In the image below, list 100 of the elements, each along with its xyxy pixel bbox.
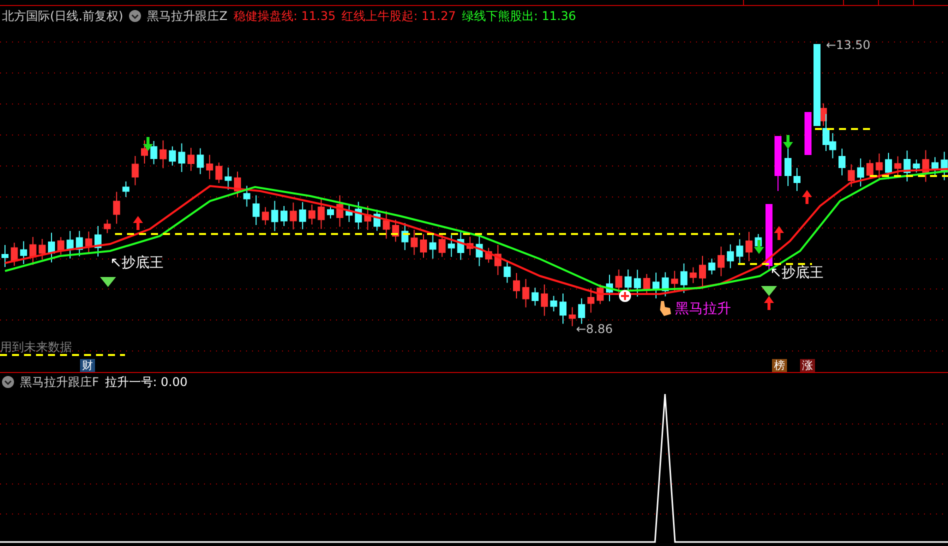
indicator-name: 黑马拉升跟庄Z xyxy=(147,8,228,25)
candlestick xyxy=(680,262,688,294)
candlestick xyxy=(708,258,716,275)
candlestick xyxy=(784,146,792,186)
candlestick xyxy=(308,204,316,225)
candlestick xyxy=(364,205,372,230)
candlestick xyxy=(699,255,706,288)
candlestick xyxy=(448,234,455,258)
badge[interactable]: 涨 xyxy=(800,359,815,372)
candlestick xyxy=(188,147,194,172)
candlestick xyxy=(401,222,408,251)
candlestick xyxy=(271,200,278,232)
diamond-icon xyxy=(100,277,116,287)
candlestick xyxy=(550,295,558,312)
candlestick xyxy=(48,232,55,263)
candlestick xyxy=(634,269,641,298)
candlestick xyxy=(726,244,734,269)
candlestick xyxy=(196,148,204,175)
candlestick xyxy=(652,272,660,299)
down-arrow-icon xyxy=(754,240,764,254)
candlestick xyxy=(718,246,725,277)
candlestick xyxy=(38,238,46,260)
candlestick xyxy=(150,140,158,165)
candlestick xyxy=(662,272,669,297)
chart-label: ↖抄底王 xyxy=(110,256,164,270)
badge[interactable]: 榜 xyxy=(772,359,787,372)
candlestick xyxy=(336,194,344,228)
candlestick xyxy=(168,146,176,166)
candlestick xyxy=(615,269,622,295)
candlestick xyxy=(234,171,241,198)
candlestick xyxy=(243,185,250,208)
candlestick xyxy=(513,272,520,300)
candlestick xyxy=(466,236,474,256)
candlestick xyxy=(290,202,297,230)
candlestick xyxy=(532,287,539,306)
candlestick xyxy=(904,150,911,182)
candlestick xyxy=(504,260,511,284)
candlestick xyxy=(132,155,139,186)
candlestick xyxy=(141,140,148,164)
candlestick xyxy=(346,204,353,222)
candlestick xyxy=(206,154,214,180)
candlestick xyxy=(354,201,362,230)
candlestick xyxy=(932,156,938,176)
candlestick xyxy=(540,284,548,316)
candlestick xyxy=(318,197,325,230)
candlestick xyxy=(848,164,855,188)
candlestick xyxy=(410,229,418,256)
candlestick xyxy=(280,206,288,226)
candlestick xyxy=(420,234,427,258)
candlestick xyxy=(327,205,334,219)
candlestick xyxy=(374,209,380,232)
candlestick xyxy=(494,244,502,276)
down-arrow-icon xyxy=(143,137,153,151)
candlestick xyxy=(560,292,566,324)
badge[interactable]: 财 xyxy=(80,359,95,372)
candlestick xyxy=(66,230,74,260)
candlestick xyxy=(85,231,92,254)
candlestick xyxy=(215,162,222,184)
candlestick xyxy=(224,167,232,190)
candlestick xyxy=(922,150,930,182)
indicator-value: 拉升一号: 0.00 xyxy=(104,374,188,391)
candlestick xyxy=(429,232,436,260)
candlestick xyxy=(122,180,130,198)
dropdown-icon[interactable] xyxy=(129,10,142,22)
candlestick xyxy=(438,234,446,258)
candlestick xyxy=(794,168,800,192)
candlestick xyxy=(876,153,883,180)
candlestick xyxy=(766,204,772,272)
candlestick xyxy=(940,151,948,181)
candlestick xyxy=(774,136,782,192)
candlestick xyxy=(587,288,594,314)
candlestick xyxy=(94,226,102,257)
candlestick xyxy=(113,191,120,224)
plus-circle-icon xyxy=(619,290,631,302)
candlestick xyxy=(2,244,8,268)
chart-label: 用到未来数据 xyxy=(0,341,72,353)
diamond-icon xyxy=(761,286,777,296)
candlestick xyxy=(643,274,650,296)
candlestick xyxy=(568,306,576,327)
candlestick xyxy=(20,240,28,265)
candlestick xyxy=(894,156,902,176)
candlestick xyxy=(736,238,744,264)
candlestick xyxy=(606,274,613,302)
candlestick xyxy=(912,159,920,173)
candlestick xyxy=(57,236,64,256)
candlestick xyxy=(104,219,111,234)
candlestick xyxy=(457,232,464,260)
candlestick xyxy=(866,159,874,180)
indicator-name: 黑马拉升跟庄F xyxy=(20,374,99,391)
up-arrow-icon xyxy=(133,216,143,230)
chart-label: ↖抄底王 xyxy=(770,266,824,280)
candlestick xyxy=(76,230,83,257)
candlestick xyxy=(160,140,167,169)
indicator-value: 红线上牛股起: 11.27 xyxy=(342,8,456,25)
chart-label: 黑马拉升 xyxy=(675,302,731,316)
candlestick xyxy=(690,266,697,284)
candlestick xyxy=(746,231,752,262)
up-arrow-icon xyxy=(802,190,812,204)
stock-title: 北方国际(日线.前复权) xyxy=(2,8,124,25)
dropdown-icon[interactable] xyxy=(2,376,14,388)
